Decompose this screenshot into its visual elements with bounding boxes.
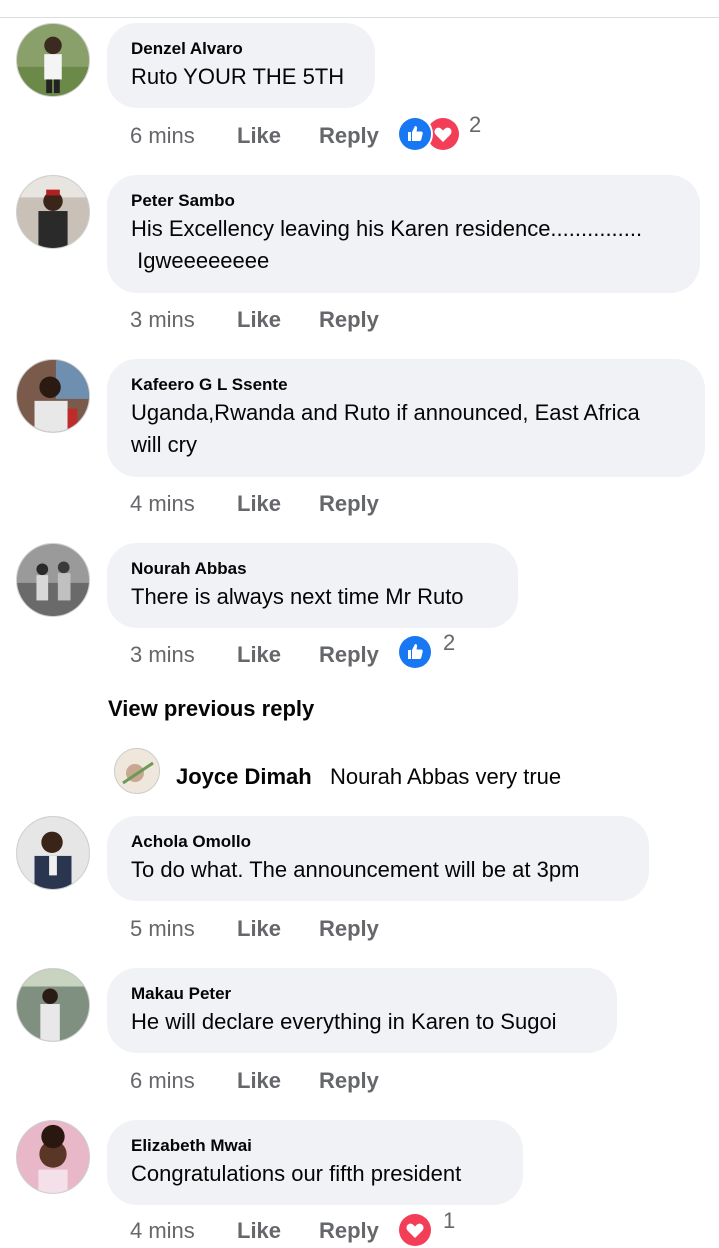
comment-bubble[interactable]: Kafeero G L Ssente Uganda,Rwanda and Rut… [107,359,705,477]
comment-text: Ruto YOUR THE 5TH [131,64,345,89]
reactions[interactable]: 2 [397,112,497,152]
comment-text: Congratulations our fifth president [131,1161,462,1186]
reply-button[interactable]: Reply [319,912,379,946]
reaction-count: 1 [443,1208,456,1233]
reply-button[interactable]: Reply [319,303,379,337]
avatar[interactable] [114,748,160,794]
comment-time[interactable]: 3 mins [130,303,195,337]
comment-bubble[interactable]: Nourah Abbas There is always next time M… [107,543,518,628]
like-icon [397,634,433,670]
comment-author[interactable]: Achola Omollo [131,832,625,852]
reply-button[interactable]: Reply [319,487,379,521]
comment-text: His Excellency leaving his Karen residen… [131,216,643,273]
reactions[interactable]: 1 [397,1208,467,1248]
reactions[interactable]: 2 [397,630,467,670]
love-icon [397,1212,433,1248]
reply-button[interactable]: Reply [319,1064,379,1098]
reply-item: Joyce Dimah Nourah Abbas very true [114,748,714,796]
view-previous-reply-link[interactable]: View previous reply [108,696,314,722]
comment-author[interactable]: Denzel Alvaro [131,39,351,59]
comment-time[interactable]: 4 mins [130,487,195,521]
avatar[interactable] [16,816,90,890]
avatar[interactable] [16,968,90,1042]
avatar[interactable] [16,175,90,249]
comment-text: To do what. The announcement will be at … [131,857,580,882]
avatar[interactable] [16,23,90,97]
like-button[interactable]: Like [237,912,281,946]
comment-author[interactable]: Peter Sambo [131,191,676,211]
reaction-count: 2 [469,112,482,137]
like-button[interactable]: Like [237,303,281,337]
comment-time[interactable]: 5 mins [130,912,195,946]
avatar[interactable] [16,543,90,617]
comment-bubble[interactable]: Achola Omollo To do what. The announceme… [107,816,649,901]
reply-button[interactable]: Reply [319,638,379,672]
comment-time[interactable]: 3 mins [130,638,195,672]
reply-author[interactable]: Joyce Dimah [176,764,312,790]
avatar[interactable] [16,1120,90,1194]
like-icon [397,116,433,152]
avatar[interactable] [16,359,90,433]
comment-bubble[interactable]: Denzel Alvaro Ruto YOUR THE 5TH [107,23,375,108]
comment-text: There is always next time Mr Ruto [131,584,464,609]
reply-text: Nourah Abbas very true [330,764,562,789]
like-button[interactable]: Like [237,1064,281,1098]
comment-time[interactable]: 6 mins [130,1064,195,1098]
reply-button[interactable]: Reply [319,119,379,153]
comment-time[interactable]: 4 mins [130,1214,195,1248]
comment-author[interactable]: Kafeero G L Ssente [131,375,681,395]
reply-button[interactable]: Reply [319,1214,379,1248]
comment-bubble[interactable]: Peter Sambo His Excellency leaving his K… [107,175,700,293]
comment-bubble[interactable]: Elizabeth Mwai Congratulations our fifth… [107,1120,523,1205]
like-button[interactable]: Like [237,119,281,153]
like-button[interactable]: Like [237,1214,281,1248]
like-button[interactable]: Like [237,487,281,521]
comment-bubble[interactable]: Makau Peter He will declare everything i… [107,968,617,1053]
reaction-count: 2 [443,630,456,655]
top-divider [0,17,719,18]
comment-author[interactable]: Makau Peter [131,984,593,1004]
comment-author[interactable]: Elizabeth Mwai [131,1136,499,1156]
comment-author[interactable]: Nourah Abbas [131,559,494,579]
comment-time[interactable]: 6 mins [130,119,195,153]
comment-text: He will declare everything in Karen to S… [131,1009,557,1034]
like-button[interactable]: Like [237,638,281,672]
comment-text: Uganda,Rwanda and Ruto if announced, Eas… [131,400,640,457]
